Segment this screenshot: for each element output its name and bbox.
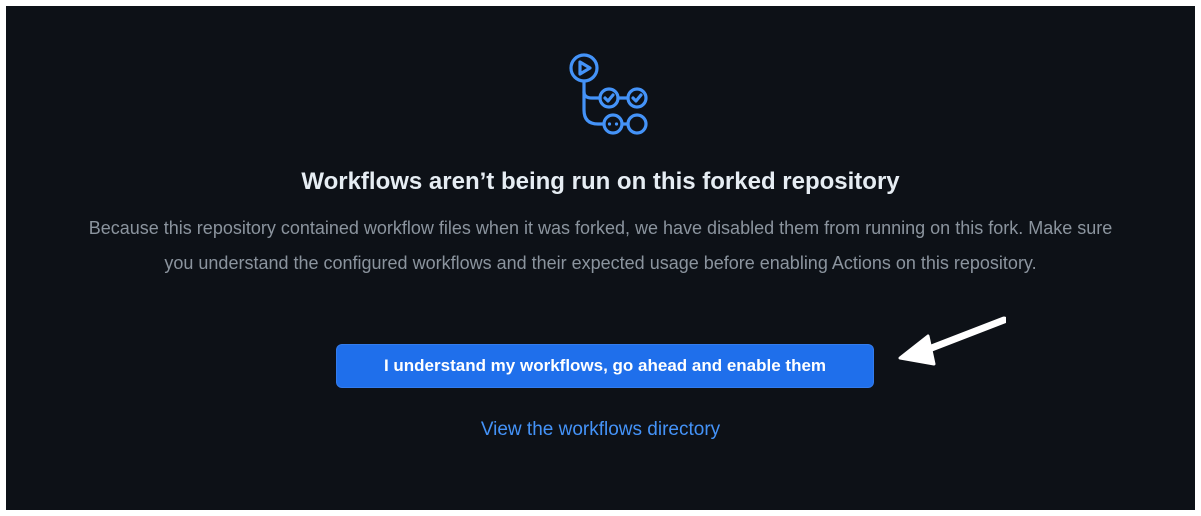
view-workflows-directory-link[interactable]: View the workflows directory [481,419,720,440]
view-workflows-link-row: View the workflows directory [6,416,1195,444]
arrow-annotation-icon [898,316,1006,366]
disabled-workflows-description: Because this repository contained workfl… [88,218,1113,273]
page-title: Workflows aren’t being run on this forke… [301,168,900,195]
enable-workflows-button[interactable]: I understand my workflows, go ahead and … [336,344,874,388]
actions-disabled-panel: Workflows aren’t being run on this forke… [6,6,1195,510]
github-actions-icon [569,53,648,135]
